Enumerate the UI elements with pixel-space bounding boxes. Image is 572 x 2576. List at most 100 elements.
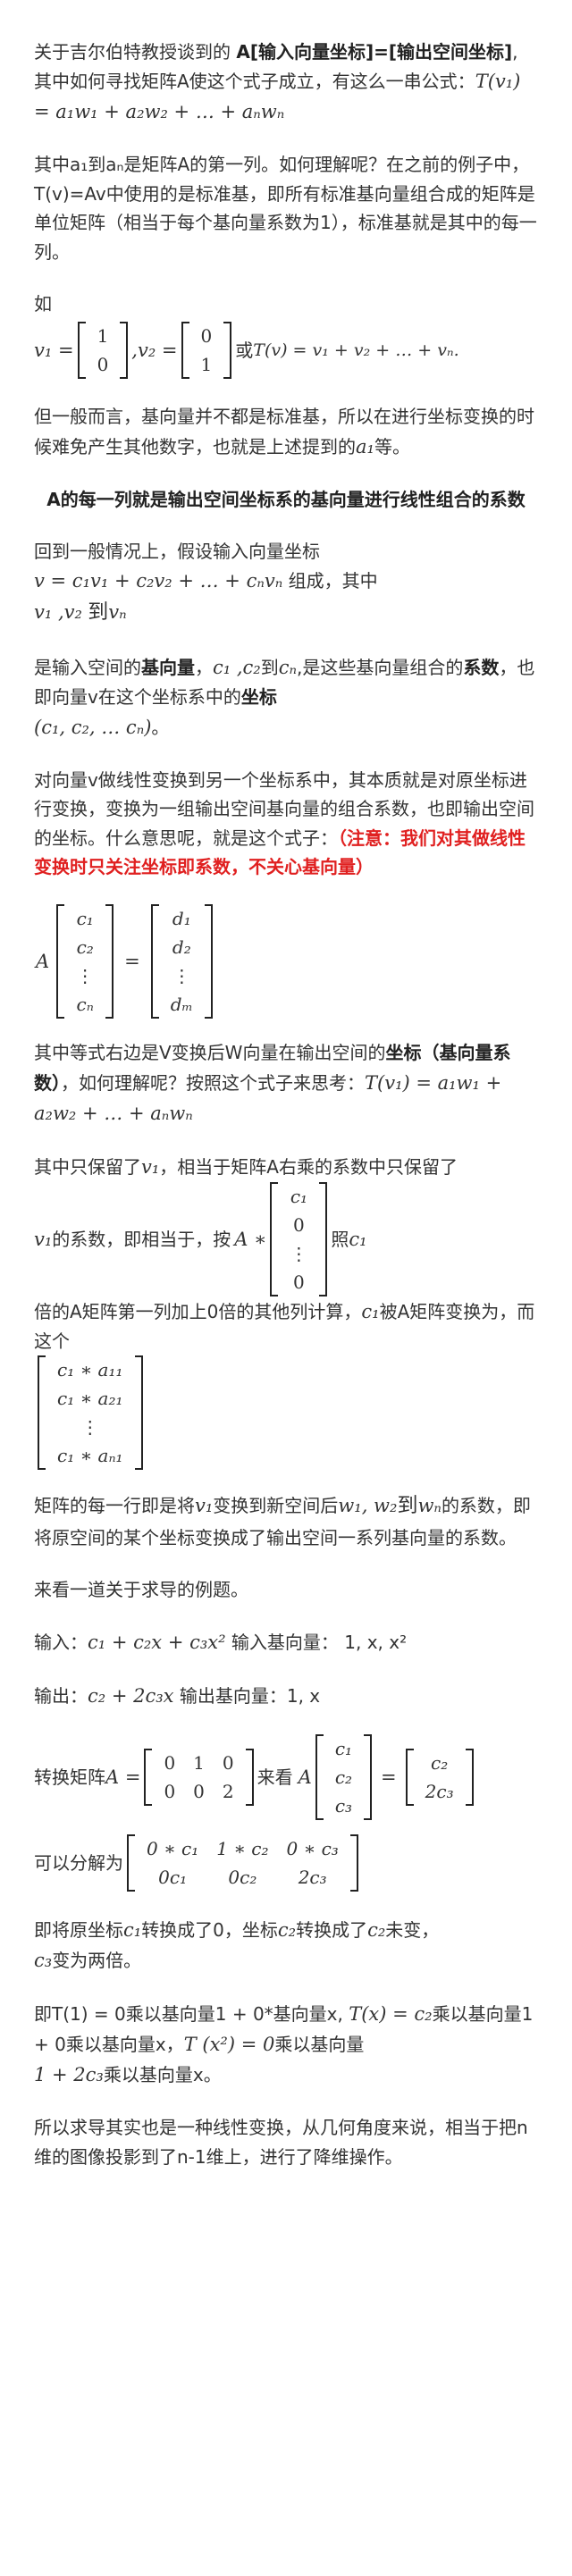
equation-derivative-matrix: 转换矩阵 A = 010 002 来看 A c₁ c₂ c₃ = c₂ 2c₃ bbox=[34, 1734, 538, 1821]
text: 变为两倍。 bbox=[52, 1950, 142, 1972]
formula: c₃ bbox=[34, 1950, 53, 1972]
paragraph-right-side: 其中等式右边是V变换后W向量在输出空间的坐标（基向量系数），如何理解呢？按照这个… bbox=[34, 1038, 538, 1128]
matrix-cell: 0 ∗ c₁ bbox=[147, 1838, 199, 1860]
text: 变换到新空间后 bbox=[213, 1495, 339, 1517]
equation-decomposition: 可以分解为 0 ∗ c₁ 1 ∗ c₂ 0 ∗ c₃ 0c₁ 0c₂ 2c₃ bbox=[34, 1834, 538, 1892]
matrix-cell: 1 bbox=[193, 1752, 205, 1775]
matrix-cell: cₙ bbox=[76, 994, 94, 1016]
vector-v2: 01 bbox=[181, 322, 232, 380]
matrix-cell: c₁ bbox=[290, 1185, 308, 1207]
text: ,是这些基向量组合的 bbox=[297, 657, 464, 679]
matrix-A: 010 002 bbox=[144, 1749, 254, 1807]
text: 关于吉尔伯特教授谈到的 bbox=[34, 41, 237, 63]
matrix-cell: c₁ ∗ a₁₁ bbox=[57, 1359, 123, 1381]
matrix-cell: c₃ bbox=[334, 1795, 353, 1817]
text: 其中只保留了 bbox=[34, 1155, 141, 1178]
vector-c1-a: c₁ ∗ a₁₁ c₁ ∗ a₂₁ ⋮ c₁ ∗ aₙ₁ bbox=[38, 1355, 143, 1471]
text: 其中a₁到aₙ是矩阵A的第一列。如何理解呢？在之前的例子中，T(v)=Av中使用… bbox=[34, 154, 537, 263]
text: 输出基向量：1, x bbox=[173, 1685, 321, 1708]
text: 矩阵的每一行即是将 bbox=[34, 1495, 195, 1517]
matrix-cell: c₁ bbox=[76, 908, 94, 930]
paragraph-input: 输入：c₁ + c₂x + c₃x² 输入基向量： 1, x, x² bbox=[34, 1627, 538, 1657]
formula: c₂ bbox=[367, 1919, 386, 1942]
formula: c₁ bbox=[349, 1228, 367, 1250]
paragraph-input-vector: 回到一般情况上，假设输入向量坐标 v = c₁v₁ + c₂v₂ + … + c… bbox=[34, 537, 538, 630]
matrix-cell: c₂ bbox=[334, 1766, 353, 1789]
text: 组成，其中 bbox=[282, 570, 378, 592]
matrix-cell: 0 bbox=[293, 1213, 305, 1236]
text: 的系数，即相当于，按 bbox=[52, 1228, 231, 1250]
formula: A ∗ bbox=[234, 1228, 267, 1250]
paragraph-conclusion: 所以求导其实也是一种线性变换，从几何角度来说，相当于把n维的图像投影到了n-1维… bbox=[34, 2117, 528, 2168]
text: 转换矩阵 bbox=[34, 1766, 105, 1789]
formula: c₁ bbox=[123, 1919, 142, 1942]
matrix-cell: ⋮ bbox=[80, 1416, 99, 1439]
formula: A = bbox=[105, 1766, 141, 1789]
text: 来看 bbox=[257, 1766, 293, 1789]
matrix-cell: 0 bbox=[293, 1271, 305, 1293]
paragraph-standard-basis: 如 v₁ = 10 ,v₂ = 01 或 T(v) = v₁ + v₂ + … … bbox=[34, 289, 538, 380]
text: 未变， bbox=[385, 1919, 440, 1942]
equals-sign: = bbox=[124, 951, 140, 973]
text: 乘以基向量 bbox=[274, 2034, 365, 2056]
bold-text: 坐标 bbox=[240, 686, 277, 709]
vector-d: d₁ d₂ ⋮ dₘ bbox=[150, 904, 213, 1019]
bold-text: 基向量 bbox=[141, 657, 195, 679]
matrix-cell: 0 bbox=[164, 1781, 176, 1803]
formula: T(x) = c₂ bbox=[349, 2003, 433, 2026]
matrix-cell: 0 bbox=[200, 325, 213, 348]
text: 照 bbox=[331, 1228, 349, 1250]
matrix-cell: 0 bbox=[193, 1781, 205, 1803]
formula: c₁ bbox=[361, 1300, 380, 1322]
matrix-cell: d₁ bbox=[172, 908, 191, 930]
text: 其中等式右边是V变换后W向量在输出空间的 bbox=[34, 1042, 386, 1064]
vector-c1-zero: c₁ 0 ⋮ 0 bbox=[270, 1181, 328, 1296]
bold-text: A[输入向量坐标]=[输出空间坐标] bbox=[236, 41, 513, 63]
matrix-cell: 1 ∗ c₂ bbox=[216, 1838, 269, 1860]
matrix-cell: ⋮ bbox=[76, 965, 95, 987]
formula: wₙ bbox=[417, 1495, 442, 1517]
text: 转换成了 bbox=[296, 1919, 368, 1942]
text: ， bbox=[195, 657, 213, 679]
paragraph-column-one: 其中只保留了v₁，相当于矩阵A右乘的系数中只保留了 v₁ 的系数，即相当于，按 A… bbox=[34, 1152, 538, 1471]
formula: v₁ bbox=[195, 1495, 214, 1517]
equals-sign: = bbox=[381, 1766, 397, 1789]
section-heading: A的每一列就是输出空间坐标系的基向量进行线性组合的系数 bbox=[46, 488, 526, 510]
matrix-cell: dₘ bbox=[170, 994, 193, 1016]
paragraph-row-meaning: 矩阵的每一行即是将v₁变换到新空间后w₁, w₂到wₙ的系数，即将原空间的某个坐… bbox=[34, 1489, 538, 1552]
matrix-cell: c₂ bbox=[76, 936, 94, 959]
equation-coordinates: A c₁ c₂ ⋮ cₙ = d₁ d₂ ⋮ dₘ bbox=[36, 904, 538, 1019]
formula: v₁ bbox=[141, 1155, 160, 1178]
matrix-decomposed: 0 ∗ c₁ 1 ∗ c₂ 0 ∗ c₃ 0c₁ 0c₂ 2c₃ bbox=[127, 1834, 358, 1892]
text: 即将原坐标 bbox=[34, 1919, 123, 1942]
matrix-cell: d₂ bbox=[172, 936, 191, 959]
matrix-cell: ⋮ bbox=[172, 965, 191, 987]
article: 关于吉尔伯特教授谈到的 A[输入向量坐标]=[输出空间坐标], 其中如何寻找矩阵… bbox=[0, 0, 572, 2221]
text: 乘以基向量x。 bbox=[103, 2064, 222, 2086]
matrix-cell: 2c₃ bbox=[425, 1781, 454, 1803]
paragraph-output: 输出：c₂ + 2c₃x 输出基向量：1, x bbox=[34, 1681, 538, 1711]
paragraph-t-values: 即T(1) = 0乘以基向量1 + 0*基向量x, T(x) = c₂ 乘以基向量… bbox=[34, 1999, 538, 2090]
text: 回到一般情况上，假设输入向量坐标 bbox=[34, 540, 320, 562]
text: 倍的A矩阵第一列加上0倍的其他列计算， bbox=[34, 1300, 362, 1322]
paragraph-basis-coords: 是输入空间的基向量，c₁ ,c₂到cₙ,是这些基向量组合的系数，也即向量v在这个… bbox=[34, 652, 538, 742]
text: 是输入空间的 bbox=[34, 657, 141, 679]
matrix-cell: 1 bbox=[97, 325, 109, 348]
formula: T(v) = v₁ + v₂ + … + vₙ. bbox=[253, 340, 459, 360]
text: 到 bbox=[88, 600, 109, 625]
matrix-cell: 0 bbox=[222, 1752, 234, 1775]
text: 即T(1) = 0乘以基向量1 + 0*基向量x, bbox=[34, 2003, 349, 2026]
formula: a₁ bbox=[356, 435, 374, 457]
matrix-cell: c₂ bbox=[431, 1752, 449, 1775]
matrix-cell: 1 bbox=[200, 354, 213, 376]
matrix-cell: c₁ ∗ aₙ₁ bbox=[57, 1445, 123, 1467]
matrix-cell: 0c₁ bbox=[158, 1867, 188, 1889]
formula: v₁ bbox=[34, 1228, 53, 1250]
formula: A bbox=[298, 1766, 312, 1789]
bold-text: 系数 bbox=[463, 657, 500, 679]
formula: cₙ bbox=[278, 657, 297, 679]
matrix-cell: c₁ ∗ a₂₁ bbox=[57, 1388, 123, 1410]
text: 等。 bbox=[374, 435, 410, 457]
vector-c123: c₁ c₂ c₃ bbox=[315, 1734, 373, 1821]
text: 输入： bbox=[34, 1632, 88, 1654]
